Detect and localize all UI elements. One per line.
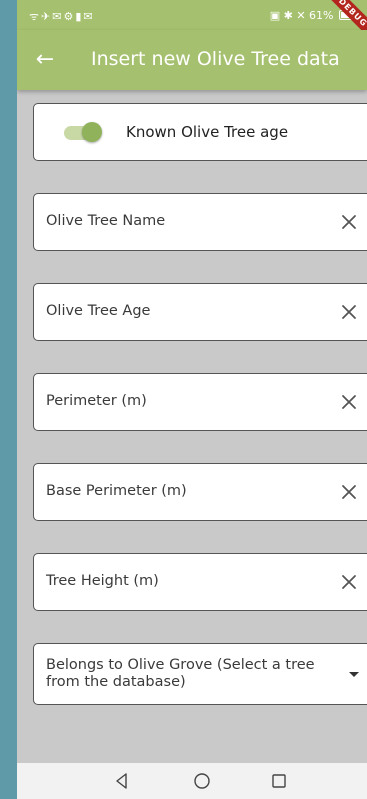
back-button[interactable]: ← bbox=[29, 44, 61, 76]
olive-tree-name-field[interactable]: Olive Tree Name bbox=[33, 193, 367, 251]
status-bar: ᯤ✈✉⚙▮✉ ▣ ✱ ✕ 61% DEBUG bbox=[17, 0, 367, 46]
triangle-back-icon[interactable] bbox=[112, 771, 132, 791]
device-frame: ᯤ✈✉⚙▮✉ ▣ ✱ ✕ 61% DEBUG ← Insert new Oliv… bbox=[0, 0, 367, 799]
perimeter-field[interactable]: Perimeter (m) bbox=[33, 373, 367, 431]
square-recents-icon[interactable] bbox=[269, 771, 289, 791]
arrow-left-icon: ← bbox=[35, 47, 55, 72]
olive-grove-dropdown[interactable]: Belongs to Olive Grove (Select a tree fr… bbox=[33, 643, 367, 705]
field-label: Olive Tree Name bbox=[46, 213, 166, 229]
app-screen: ᯤ✈✉⚙▮✉ ▣ ✱ ✕ 61% DEBUG ← Insert new Oliv… bbox=[17, 0, 367, 799]
dropdown-label: Belongs to Olive Grove (Select a tree fr… bbox=[46, 657, 315, 690]
field-label: Tree Height (m) bbox=[46, 573, 159, 589]
field-label: Olive Tree Age bbox=[46, 303, 151, 319]
close-icon[interactable] bbox=[337, 570, 361, 594]
battery-percentage: 61% bbox=[309, 9, 334, 22]
known-age-switch[interactable] bbox=[64, 122, 102, 142]
close-icon[interactable] bbox=[337, 480, 361, 504]
caret-down-icon bbox=[349, 672, 359, 677]
known-age-label: Known Olive Tree age bbox=[126, 123, 289, 141]
close-icon[interactable] bbox=[337, 300, 361, 324]
status-system-icons: ▣ ✱ ✕ bbox=[269, 9, 306, 22]
known-age-toggle-card: Known Olive Tree age bbox=[33, 103, 367, 161]
close-icon[interactable] bbox=[337, 390, 361, 414]
status-icons-left: ᯤ✈✉⚙▮✉ bbox=[29, 10, 95, 23]
field-label: Base Perimeter (m) bbox=[46, 483, 187, 499]
app-bar: ← Insert new Olive Tree data bbox=[17, 30, 367, 90]
field-label: Perimeter (m) bbox=[46, 393, 147, 409]
circle-home-icon[interactable] bbox=[192, 771, 212, 791]
switch-thumb bbox=[82, 122, 102, 142]
base-perimeter-field[interactable]: Base Perimeter (m) bbox=[33, 463, 367, 521]
close-icon[interactable] bbox=[337, 210, 361, 234]
page-title: Insert new Olive Tree data bbox=[91, 48, 340, 70]
system-nav-bar bbox=[17, 763, 367, 799]
tree-height-field[interactable]: Tree Height (m) bbox=[33, 553, 367, 611]
olive-tree-age-field[interactable]: Olive Tree Age bbox=[33, 283, 367, 341]
